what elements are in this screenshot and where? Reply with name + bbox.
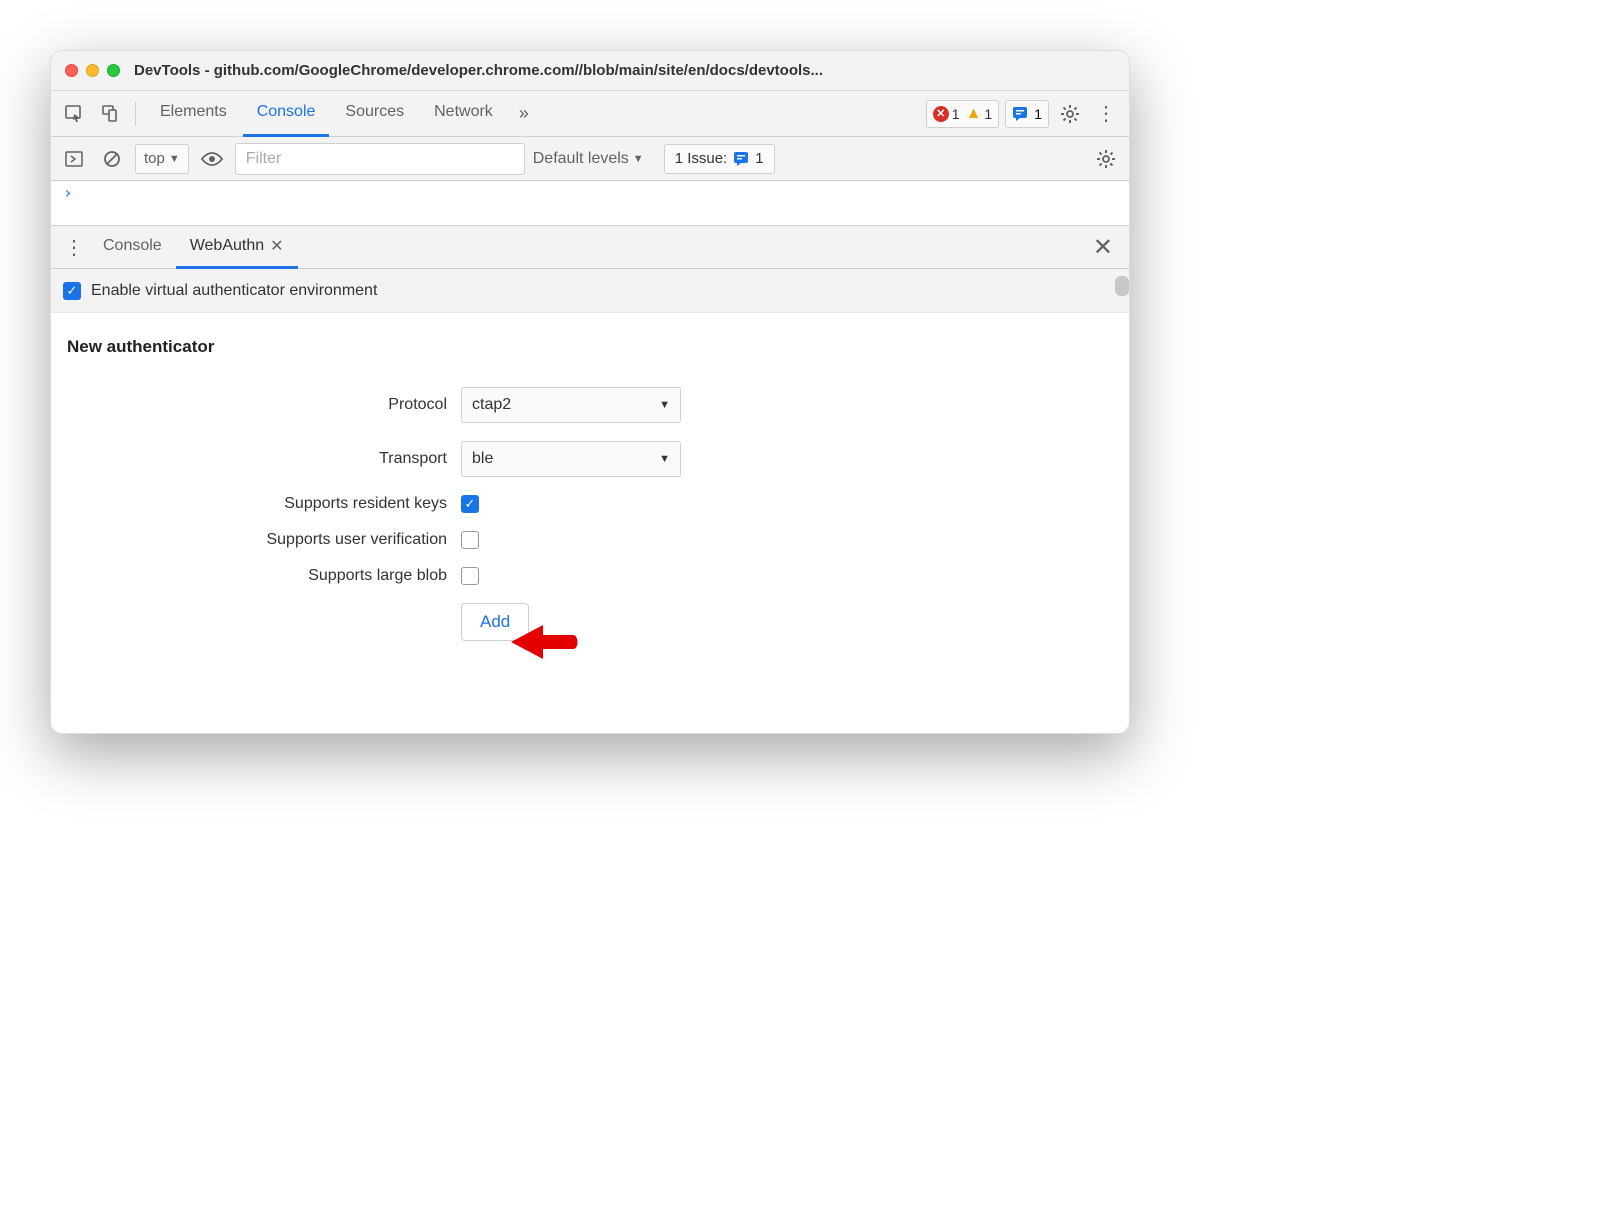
tab-sources[interactable]: Sources bbox=[331, 91, 418, 137]
dropdown-caret-icon: ▼ bbox=[633, 153, 644, 165]
issue-count: 1 bbox=[1034, 106, 1042, 122]
kebab-menu-icon[interactable]: ⋮ bbox=[1091, 99, 1121, 129]
transport-row: Transport ble ▼ bbox=[67, 441, 1113, 477]
issues-button[interactable]: 1 Issue: 1 bbox=[664, 144, 775, 174]
annotation-arrow-icon bbox=[501, 615, 581, 670]
resident-keys-checkbox[interactable]: ✓ bbox=[461, 495, 479, 513]
drawer-kebab-icon[interactable]: ⋮ bbox=[59, 232, 89, 262]
warning-badge[interactable]: ▲ 1 bbox=[966, 105, 993, 123]
tab-elements[interactable]: Elements bbox=[146, 91, 241, 137]
drawer-tab-console[interactable]: Console bbox=[89, 225, 176, 269]
protocol-label: Protocol bbox=[67, 396, 447, 414]
log-levels-select[interactable]: Default levels ▼ bbox=[533, 150, 644, 168]
more-tabs-icon[interactable]: » bbox=[509, 99, 539, 129]
devtools-window: DevTools - github.com/GoogleChrome/devel… bbox=[50, 50, 1130, 734]
minimize-window-button[interactable] bbox=[86, 64, 99, 77]
enable-virtual-authenticator-row: ✓ Enable virtual authenticator environme… bbox=[51, 269, 1129, 313]
window-controls bbox=[65, 64, 120, 77]
console-prompt-icon[interactable]: › bbox=[63, 183, 73, 202]
dropdown-caret-icon: ▼ bbox=[169, 153, 180, 165]
issue-icon bbox=[733, 151, 749, 167]
live-expression-icon[interactable] bbox=[197, 144, 227, 174]
filter-input[interactable] bbox=[235, 143, 525, 175]
dropdown-caret-icon: ▼ bbox=[659, 399, 670, 411]
clear-console-icon[interactable] bbox=[97, 144, 127, 174]
large-blob-label: Supports large blob bbox=[67, 567, 447, 585]
enable-virtual-authenticator-checkbox[interactable]: ✓ bbox=[63, 282, 81, 300]
close-tab-icon[interactable]: ✕ bbox=[270, 236, 283, 256]
levels-label: Default levels bbox=[533, 150, 629, 168]
execution-context-select[interactable]: top ▼ bbox=[135, 144, 189, 174]
main-tabs: Elements Console Sources Network » bbox=[146, 91, 539, 137]
new-authenticator-heading: New authenticator bbox=[67, 337, 1113, 357]
warning-icon: ▲ bbox=[966, 105, 982, 123]
add-row: Add bbox=[67, 603, 1113, 641]
resident-keys-label: Supports resident keys bbox=[67, 495, 447, 513]
transport-select[interactable]: ble ▼ bbox=[461, 441, 681, 477]
console-toolbar: top ▼ Default levels ▼ 1 Issue: 1 bbox=[51, 137, 1129, 181]
issues-label: 1 Issue: bbox=[675, 150, 728, 167]
toolbar-divider bbox=[135, 102, 136, 126]
webauthn-panel: New authenticator Protocol ctap2 ▼ Trans… bbox=[51, 313, 1129, 733]
error-badge[interactable]: ✕ 1 bbox=[933, 106, 960, 122]
issues-badge[interactable]: 1 bbox=[1005, 100, 1049, 128]
drawer-tab-webauthn[interactable]: WebAuthn ✕ bbox=[176, 225, 298, 269]
window-title: DevTools - github.com/GoogleChrome/devel… bbox=[134, 62, 823, 79]
large-blob-checkbox[interactable] bbox=[461, 567, 479, 585]
user-verification-row: Supports user verification bbox=[67, 531, 1113, 549]
large-blob-row: Supports large blob bbox=[67, 567, 1113, 585]
user-verification-checkbox[interactable] bbox=[461, 531, 479, 549]
close-window-button[interactable] bbox=[65, 64, 78, 77]
issue-icon bbox=[1012, 106, 1028, 122]
error-warning-badges[interactable]: ✕ 1 ▲ 1 bbox=[926, 100, 999, 128]
protocol-value: ctap2 bbox=[472, 396, 511, 414]
warning-count: 1 bbox=[984, 106, 992, 122]
maximize-window-button[interactable] bbox=[107, 64, 120, 77]
protocol-select[interactable]: ctap2 ▼ bbox=[461, 387, 681, 423]
inspect-element-icon[interactable] bbox=[59, 99, 89, 129]
error-count: 1 bbox=[952, 106, 960, 122]
error-icon: ✕ bbox=[933, 106, 949, 122]
drawer-tab-webauthn-label: WebAuthn bbox=[190, 237, 264, 255]
device-toggle-icon[interactable] bbox=[95, 99, 125, 129]
console-scrollbar-thumb[interactable] bbox=[1115, 276, 1129, 296]
issues-count: 1 bbox=[755, 150, 763, 167]
dropdown-caret-icon: ▼ bbox=[659, 453, 670, 465]
transport-value: ble bbox=[472, 450, 493, 468]
main-toolbar: Elements Console Sources Network » ✕ 1 ▲… bbox=[51, 91, 1129, 137]
settings-icon[interactable] bbox=[1055, 99, 1085, 129]
resident-keys-row: Supports resident keys ✓ bbox=[67, 495, 1113, 513]
drawer-tabs: ⋮ Console WebAuthn ✕ ✕ bbox=[51, 225, 1129, 269]
tab-network[interactable]: Network bbox=[420, 91, 507, 137]
console-body: › bbox=[51, 181, 1129, 225]
context-value: top bbox=[144, 150, 165, 167]
enable-virtual-authenticator-label: Enable virtual authenticator environment bbox=[91, 282, 377, 300]
close-drawer-icon[interactable]: ✕ bbox=[1085, 233, 1121, 262]
console-settings-icon[interactable] bbox=[1091, 144, 1121, 174]
tab-console[interactable]: Console bbox=[243, 91, 330, 137]
toolbar-right: ✕ 1 ▲ 1 1 ⋮ bbox=[926, 99, 1121, 129]
titlebar: DevTools - github.com/GoogleChrome/devel… bbox=[51, 51, 1129, 91]
user-verification-label: Supports user verification bbox=[67, 531, 447, 549]
transport-label: Transport bbox=[67, 450, 447, 468]
sidebar-toggle-icon[interactable] bbox=[59, 144, 89, 174]
protocol-row: Protocol ctap2 ▼ bbox=[67, 387, 1113, 423]
